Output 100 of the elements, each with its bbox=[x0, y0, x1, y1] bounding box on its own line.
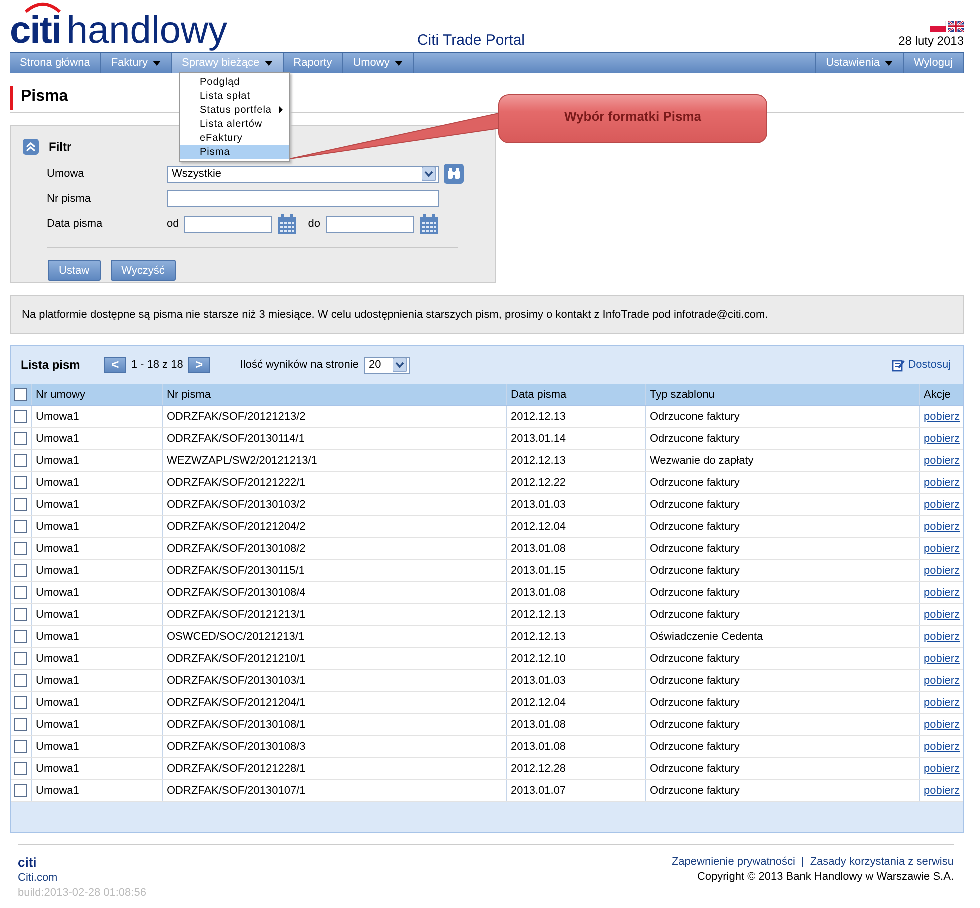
table-cell: Odrzucone faktury bbox=[646, 604, 920, 626]
table-cell: Odrzucone faktury bbox=[646, 714, 920, 736]
row-checkbox[interactable] bbox=[14, 696, 27, 709]
column-header: Data pisma bbox=[506, 384, 646, 406]
table-cell: ODRZFAK/SOF/20121222/1 bbox=[162, 472, 506, 494]
dropdown-item[interactable]: Podgląd bbox=[180, 75, 289, 89]
select-all-checkbox[interactable] bbox=[14, 388, 27, 401]
citi-link[interactable]: Citi.com bbox=[18, 872, 146, 884]
date-from-field[interactable] bbox=[184, 216, 272, 232]
download-link[interactable]: pobierz bbox=[924, 674, 960, 686]
row-checkbox[interactable] bbox=[14, 432, 27, 445]
download-link[interactable]: pobierz bbox=[924, 652, 960, 664]
calendar-icon[interactable] bbox=[418, 213, 438, 235]
row-checkbox[interactable] bbox=[14, 542, 27, 555]
table-cell: 2013.01.15 bbox=[506, 560, 646, 582]
table-cell: ODRZFAK/SOF/20130108/1 bbox=[162, 714, 506, 736]
download-link[interactable]: pobierz bbox=[924, 586, 960, 598]
table-cell: Umowa1 bbox=[32, 670, 162, 692]
callout-text: Wybór formatki Pisma bbox=[563, 108, 703, 126]
download-link[interactable]: pobierz bbox=[924, 630, 960, 642]
table-cell: Umowa1 bbox=[32, 780, 162, 802]
row-checkbox[interactable] bbox=[14, 454, 27, 467]
download-link[interactable]: pobierz bbox=[924, 476, 960, 488]
row-checkbox[interactable] bbox=[14, 608, 27, 621]
polish-flag-icon[interactable] bbox=[930, 21, 946, 32]
row-checkbox[interactable] bbox=[14, 740, 27, 753]
download-link[interactable]: pobierz bbox=[924, 520, 960, 532]
row-checkbox[interactable] bbox=[14, 762, 27, 775]
field-label: Umowa bbox=[47, 168, 86, 180]
row-checkbox[interactable] bbox=[14, 718, 27, 731]
column-header: Nr pisma bbox=[162, 384, 506, 406]
download-link[interactable]: pobierz bbox=[924, 454, 960, 466]
page-range: 1 - 18 z 18 bbox=[131, 359, 184, 371]
table-cell: Odrzucone faktury bbox=[646, 670, 920, 692]
column-header: Nr umowy bbox=[32, 384, 162, 406]
table-cell: 2013.01.08 bbox=[506, 736, 646, 758]
table-cell: 2013.01.08 bbox=[506, 538, 646, 560]
per-page-select[interactable]: 20 bbox=[364, 356, 410, 374]
table-cell: Umowa1 bbox=[32, 758, 162, 780]
footer-link[interactable]: Zasady korzystania z serwisu bbox=[810, 856, 954, 868]
table-cell: 2013.01.14 bbox=[506, 428, 646, 450]
customize-link[interactable]: Dostosuj bbox=[908, 359, 951, 371]
download-link[interactable]: pobierz bbox=[924, 784, 960, 796]
table-cell: WEZWZAPL/SW2/20121213/1 bbox=[162, 450, 506, 472]
table-cell: Umowa1 bbox=[32, 538, 162, 560]
filter-title: Filtr bbox=[49, 140, 72, 154]
binoculars-icon[interactable] bbox=[444, 164, 464, 184]
edit-icon[interactable] bbox=[892, 358, 906, 372]
download-link[interactable]: pobierz bbox=[924, 718, 960, 730]
table-cell: Umowa1 bbox=[32, 494, 162, 516]
dropdown-item[interactable]: Pisma bbox=[180, 145, 289, 159]
field-label: do bbox=[308, 218, 320, 230]
table-cell: ODRZFAK/SOF/20130103/2 bbox=[162, 494, 506, 516]
field-label: od bbox=[167, 218, 180, 230]
contract-select[interactable]: Wszystkie bbox=[167, 166, 439, 182]
date-to-field[interactable] bbox=[326, 216, 414, 232]
download-link[interactable]: pobierz bbox=[924, 740, 960, 752]
row-checkbox[interactable] bbox=[14, 564, 27, 577]
header-date: 28 luty 2013 bbox=[898, 34, 964, 48]
footer-link[interactable]: Zapewnienie prywatności bbox=[672, 856, 796, 868]
table-cell: ODRZFAK/SOF/20130107/1 bbox=[162, 780, 506, 802]
row-checkbox[interactable] bbox=[14, 410, 27, 423]
british-flag-icon[interactable] bbox=[948, 21, 964, 32]
table-cell: Odrzucone faktury bbox=[646, 406, 920, 428]
dropdown-item[interactable]: Lista alertów bbox=[180, 117, 289, 131]
table-cell: Umowa1 bbox=[32, 560, 162, 582]
dropdown-item[interactable]: Lista spłat bbox=[180, 89, 289, 103]
download-link[interactable]: pobierz bbox=[924, 564, 960, 576]
table-cell: 2012.12.13 bbox=[506, 450, 646, 472]
collapse-icon[interactable] bbox=[23, 139, 39, 155]
download-link[interactable]: pobierz bbox=[924, 608, 960, 620]
table-cell: OSWCED/SOC/20121213/1 bbox=[162, 626, 506, 648]
dropdown-item[interactable]: Status portfela bbox=[180, 103, 289, 117]
table-cell: Umowa1 bbox=[32, 428, 162, 450]
column-header: Typ szablonu bbox=[646, 384, 920, 406]
download-link[interactable]: pobierz bbox=[924, 696, 960, 708]
calendar-icon[interactable] bbox=[277, 213, 298, 235]
letter-number-field[interactable] bbox=[167, 190, 439, 207]
row-checkbox[interactable] bbox=[14, 652, 27, 665]
row-checkbox[interactable] bbox=[14, 630, 27, 643]
download-link[interactable]: pobierz bbox=[924, 410, 960, 422]
table-cell: Wezwanie do zapłaty bbox=[646, 450, 920, 472]
table-cell: 2012.12.22 bbox=[506, 472, 646, 494]
row-checkbox[interactable] bbox=[14, 674, 27, 687]
dropdown-item[interactable]: eFaktury bbox=[180, 131, 289, 145]
table-cell: 2012.12.04 bbox=[506, 516, 646, 538]
download-link[interactable]: pobierz bbox=[924, 542, 960, 554]
table-cell: ODRZFAK/SOF/20130108/3 bbox=[162, 736, 506, 758]
row-checkbox[interactable] bbox=[14, 520, 27, 533]
download-link[interactable]: pobierz bbox=[924, 762, 960, 774]
column-header: Akcje bbox=[920, 384, 963, 406]
row-checkbox[interactable] bbox=[14, 476, 27, 489]
row-checkbox[interactable] bbox=[14, 498, 27, 511]
logo-arc-icon bbox=[24, 1, 62, 13]
table-cell: Umowa1 bbox=[32, 626, 162, 648]
download-link[interactable]: pobierz bbox=[924, 432, 960, 444]
row-checkbox[interactable] bbox=[14, 784, 27, 797]
row-checkbox[interactable] bbox=[14, 586, 27, 599]
table-cell: ODRZFAK/SOF/20121210/1 bbox=[162, 648, 506, 670]
download-link[interactable]: pobierz bbox=[924, 498, 960, 510]
